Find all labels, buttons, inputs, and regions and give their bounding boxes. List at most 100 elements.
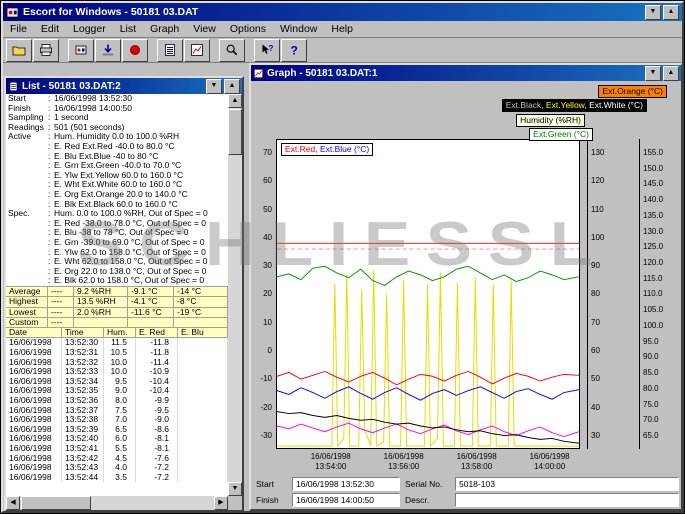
table-row[interactable]: 16/06/1998 13:52:38 7.0 -9.0 [6,415,228,425]
x-tick-label: 16/06/1998 14:00:00 [529,452,570,471]
graph-status-row: Finish 16/06/1998 14:00:50 Descr. [253,493,679,507]
graph-status-row: Start 16/06/1998 13:52:30 Serial No. 501… [253,477,679,491]
logger-download-button[interactable] [95,38,121,62]
vertical-scrollbar[interactable]: ▲ ▼ [228,94,242,496]
print-button[interactable] [33,38,59,62]
horizontal-scroll-thumb[interactable] [21,496,91,510]
axis-x: 16/06/1998 13:54:00 16/06/1998 13:56:00 16/0… [276,452,580,472]
table-row[interactable]: 16/06/1998 13:52:43 4.0 -7.2 [6,463,228,473]
graph-minimize-button[interactable]: ▼ [645,65,661,81]
table-row[interactable]: 16/06/1998 13:52:31 10.5 -11.8 [6,347,228,358]
scroll-right-button[interactable]: ▶ [214,496,228,510]
menu-item-list[interactable]: List [113,22,143,36]
horizontal-scrollbar[interactable]: ◀ ▶ [6,496,228,510]
axis-tick-label: 120.0 [643,258,664,268]
help-icon: ? [291,44,298,58]
graph-maximize-button[interactable]: ▲ [663,65,679,81]
zoom-button[interactable] [219,38,245,62]
info-line: : E. Ylw Ext.Yellow 60.0 to 160.0 °C [48,169,184,180]
axis-right-inner: 130 120 110 100 90 80 70 60 50 40 30 [587,139,613,449]
stats-row: Lowest ---- 2.0 %RH -11.6 °C -19 °C [6,306,228,318]
info-line: : E. Ylw 62.0 to 158.0 °C, Out of Spec = … [48,246,206,257]
vertical-scroll-thumb[interactable] [228,109,242,155]
axis-tick-label: 130.0 [643,226,664,236]
minimize-button[interactable]: ▼ [645,4,661,20]
table-row[interactable]: 16/06/1998 13:52:34 9.5 -10.4 [6,376,228,387]
legend-ext-orange: Ext.Orange (°C) [598,85,667,98]
graph-window-icon [253,68,264,78]
info-line: : E. Org 22.0 to 138.0 °C, Out of Spec = … [48,265,207,276]
list-maximize-button[interactable]: ▲ [224,78,240,94]
axis-tick-label: 110.0 [643,289,663,299]
axis-tick-label: 100.0 [643,320,664,330]
open-file-button[interactable] [6,38,32,62]
table-row[interactable]: 16/06/1998 13:52:41 5.5 -8.1 [6,443,228,454]
table-row[interactable]: 16/06/1998 13:52:32 10.0 -11.4 [6,357,228,368]
table-row[interactable]: 16/06/1998 13:52:30 11.5 -11.8 [6,338,228,348]
table-row[interactable]: 16/06/1998 13:52:33 10.0 -10.9 [6,367,228,377]
axis-tick-label: 60 [263,176,272,186]
help-button[interactable]: ? [281,38,307,62]
list-view-button[interactable] [157,38,183,62]
axis-tick-label: 90 [591,261,600,271]
maximize-button[interactable]: ▲ [663,4,679,20]
axis-tick-label: 60 [591,346,600,356]
axis-tick-label: 70 [263,148,272,157]
axis-tick-label: 20 [263,289,272,299]
menu-item-edit[interactable]: Edit [34,22,66,36]
axis-tick-label: 0 [267,346,272,356]
start-value: 16/06/1998 13:52:30 [292,477,400,491]
info-line: : E. Blk Ext.Black 60.0 to 160.0 °C [48,198,178,209]
table-row[interactable]: 16/06/1998 13:52:44 3.5 -7.2 [6,472,228,483]
stats-row: Highest ---- 13.5 %RH -4.1 °C -8 °C [6,296,228,307]
axis-tick-label: 110 [591,204,604,214]
axis-tick-label: 65.0 [643,430,659,440]
menu-item-logger[interactable]: Logger [66,22,113,36]
finish-label: Finish [256,495,279,505]
axis-tick-label: 145.0 [643,179,664,189]
axis-tick-label: 30 [263,261,272,271]
series-ext-red [277,370,579,386]
table-row[interactable]: 16/06/1998 13:52:36 8.0 -9.9 [6,395,228,406]
plot-area[interactable] [276,139,580,449]
main-title-bar[interactable]: Escort for Windows - 50181 03.DAT ▼ ▲ [3,3,682,21]
logger-status-icon [130,45,140,55]
table-row[interactable]: 16/06/1998 13:52:39 6.5 -8.6 [6,424,228,435]
toolbar: ? ? [3,38,682,63]
menu-item-options[interactable]: Options [223,22,273,36]
table-row[interactable]: 16/06/1998 13:52:40 6.0 -8.1 [6,434,228,444]
info-line: : E. Grn -39.0 to 69.0 °C, Out of Spec = … [48,236,205,247]
series-ext-green [277,265,579,286]
scroll-down-button[interactable]: ▼ [228,482,242,496]
list-minimize-button[interactable]: ▼ [206,78,222,94]
logger-status-button[interactable] [122,38,148,62]
info-line: : E. Blu Ext.Blue -40 to 80 °C [48,150,159,161]
menu-item-help[interactable]: Help [324,22,360,36]
scroll-up-button[interactable]: ▲ [228,94,242,108]
scroll-left-button[interactable]: ◀ [6,496,20,510]
menu-item-view[interactable]: View [186,22,223,36]
axis-tick-label: 30 [591,430,600,440]
descr-value [455,493,679,507]
table-row[interactable]: 16/06/1998 13:52:35 9.0 -10.4 [6,386,228,396]
table-body: 16/06/1998 13:52:30 11.5 -11.8 16/06/1998 13:… [6,338,228,483]
table-row[interactable]: 16/06/1998 13:52:42 4.5 -7.6 [6,453,228,464]
series-humidity [277,422,579,438]
axis-right-outer: 155.0 150.0 145.0 140.0 135.0 130.0 125.0 120.0… [639,139,675,449]
series-ext-yellow [277,270,579,448]
logger-program-button[interactable] [68,38,94,62]
axis-tick-label: -20 [260,402,272,412]
list-window-title-bar[interactable]: List - 50181 03.DAT:2 ▼ ▲ [6,78,242,94]
axis-tick-label: 80 [591,289,600,299]
graph-window-title-bar[interactable]: Graph - 50181 03.DAT:1 ▼ ▲ [251,65,681,81]
list-body: Start:16/06/1998 13:52:30 Finish:16/06/19… [6,94,228,496]
menu-item-file[interactable]: File [3,22,34,36]
menu-item-graph[interactable]: Graph [143,22,186,36]
menu-item-window[interactable]: Window [273,22,324,36]
x-tick-label: 16/06/1998 13:56:00 [383,452,424,471]
info-line: Spec.: Hum. 0.0 to 100.0 %RH, Out of Spec… [8,208,208,219]
context-help-button[interactable]: ? [254,38,280,62]
axis-tick-label: -10 [260,374,272,384]
graph-view-button[interactable] [184,38,210,62]
table-row[interactable]: 16/06/1998 13:52:37 7.5 -9.5 [6,405,228,416]
